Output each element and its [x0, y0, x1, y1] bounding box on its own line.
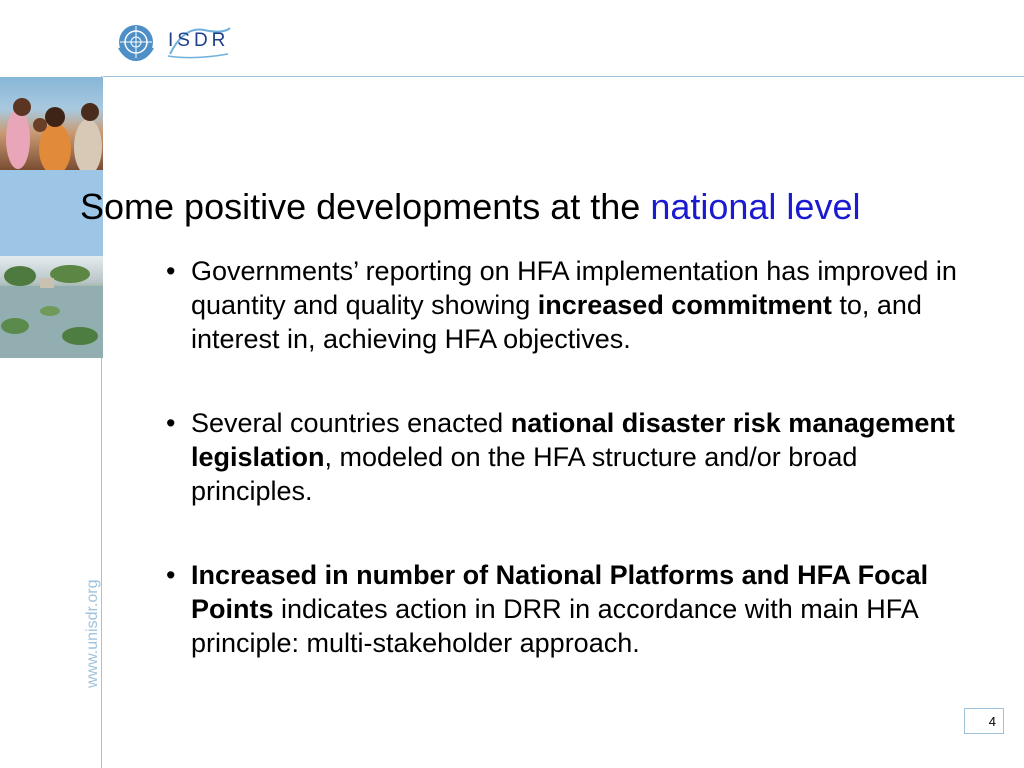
bullet-item: • Governments’ reporting on HFA implement… [166, 254, 966, 356]
page-number: 4 [964, 708, 1004, 734]
bullet-list: • Governments’ reporting on HFA implement… [166, 254, 966, 660]
children-photo [0, 77, 103, 170]
bullet-marker: • [166, 560, 176, 590]
bullet-marker: • [166, 408, 176, 438]
un-emblem-icon [118, 25, 154, 62]
title-accent: national level [650, 186, 861, 227]
bullet-text: Several countries enacted [191, 408, 511, 438]
flood-photo [0, 256, 103, 358]
bullet-emphasis: increased commitment [537, 290, 832, 320]
title-main: Some positive developments at the [80, 186, 651, 227]
slide-title: Some positive developments at the nation… [80, 186, 860, 228]
website-url: www.unisdr.org [84, 579, 101, 689]
bullet-item: • Increased in number of National Platfor… [166, 558, 966, 660]
bullet-item: • Several countries enacted national disa… [166, 406, 966, 508]
header-divider [103, 76, 1024, 77]
bullet-text: indicates action in DRR in accordance wi… [191, 594, 918, 658]
bullet-marker: • [166, 256, 176, 286]
isdr-logo-text: ISDR [168, 30, 230, 51]
